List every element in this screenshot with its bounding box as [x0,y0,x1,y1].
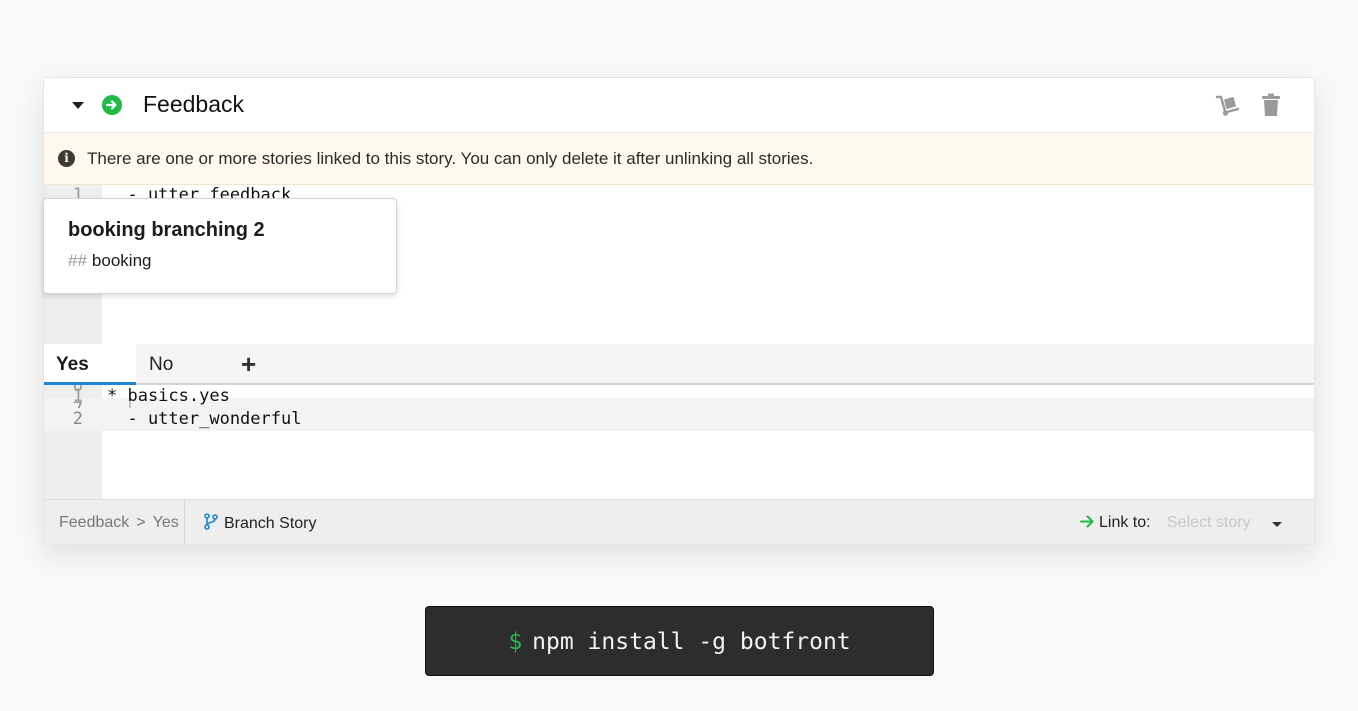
breadcrumb: Feedback > Yes [59,514,179,532]
line-number: 1 [72,386,83,406]
dropdown-caret-icon[interactable] [1272,522,1282,527]
warning-text: There are one or more stories linked to … [87,149,814,168]
breadcrumb-item[interactable]: Yes [153,514,179,531]
popup-story-title: booking branching 2 [68,219,265,241]
footer-divider [184,500,185,544]
tab-yes[interactable]: Yes [44,344,136,385]
arrow-circle-right-icon[interactable] [102,95,122,115]
breadcrumb-separator: > [136,514,146,531]
editor-line[interactable]: 1 * basics.yes [44,385,1314,408]
branch-story-button[interactable]: Branch Story [204,513,316,533]
branch-story-label: Branch Story [224,515,317,532]
linked-stories-warning: i There are one or more stories linked t… [44,133,1314,185]
line-code[interactable]: - utter_feedback [107,185,291,199]
line-number: 1 [72,185,83,199]
info-circle-icon: i [58,150,75,167]
popup-intent-name: booking [91,251,152,270]
trash-icon[interactable] [1261,93,1281,122]
line-code[interactable]: * basics.yes [107,385,230,408]
branch-tabs: Yes No + [44,344,1314,385]
add-branch-button[interactable]: + [241,344,256,385]
story-footer: Feedback > Yes Branch Story Link to: Selec… [44,499,1314,544]
line-number: 2 [72,409,83,429]
link-to-label: Link to: [1080,514,1151,532]
popup-hash: ## [68,251,87,270]
linked-story-popup[interactable]: booking branching 2 ## booking [43,198,397,294]
breadcrumb-item[interactable]: Feedback [59,514,129,531]
dolly-icon[interactable] [1215,92,1241,123]
story-card: Feedback i There are one or more stories… [43,77,1315,545]
editor-line[interactable]: 1 - utter_feedback [44,185,1314,199]
editor-line-active[interactable]: 2 - utter_wonderful [44,408,1314,431]
popup-story-intent: ## booking [68,251,151,271]
terminal-prompt: $ [508,629,523,655]
story-title[interactable]: Feedback [143,91,244,118]
tab-no[interactable]: No [149,344,173,385]
terminal-command: npm install -g botfront [532,629,851,655]
line-code[interactable]: - utter_wonderful [107,408,301,431]
caret-down-icon[interactable] [72,102,84,109]
code-branch-icon [204,513,218,530]
arrow-right-icon [1080,515,1094,528]
install-command: $ npm install -g botfront [425,606,934,676]
link-to-text: Link to: [1099,514,1151,531]
story-header: Feedback [44,78,1314,133]
select-story-dropdown[interactable]: Select story [1167,514,1251,532]
